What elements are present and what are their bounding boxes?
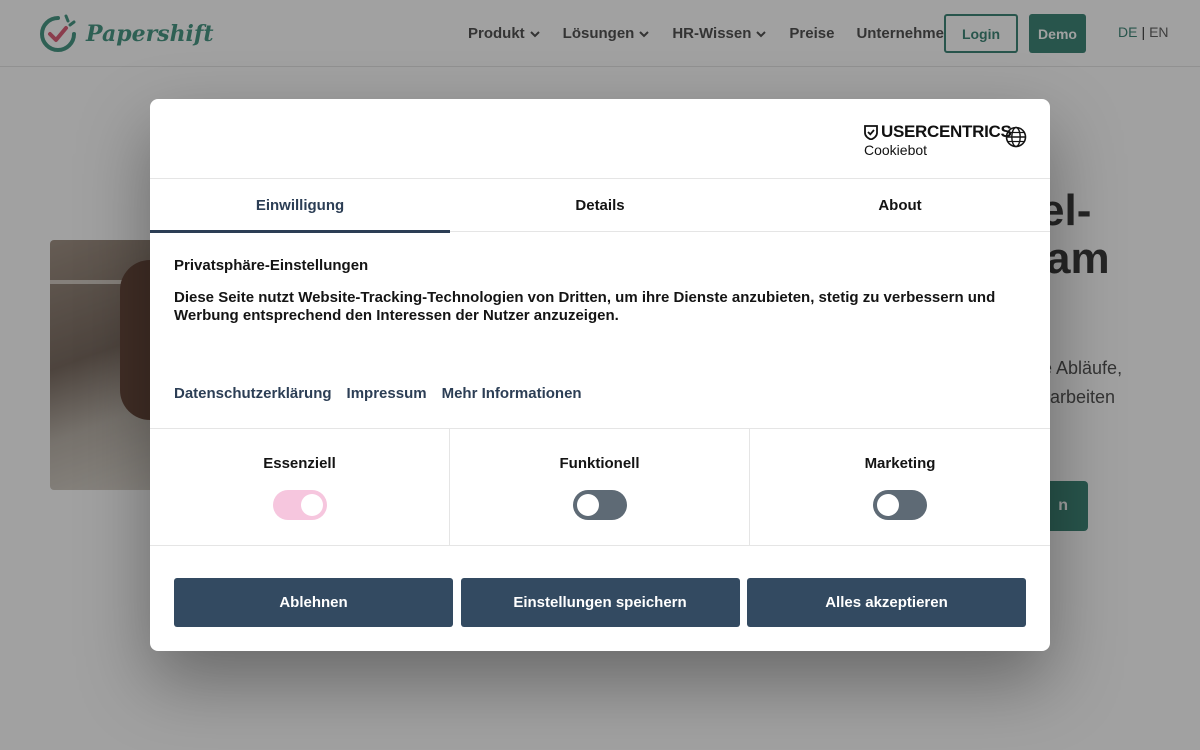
category-essenziell: Essenziell <box>150 429 450 545</box>
funktionell-toggle[interactable] <box>572 490 627 520</box>
dialog-header: USERCENTRICS Cookiebot <box>150 99 1050 179</box>
consent-links: Datenschutzerklärung Impressum Mehr Info… <box>174 385 597 402</box>
more-info-link[interactable]: Mehr Informationen <box>442 385 582 402</box>
accept-all-button[interactable]: Alles akzeptieren <box>747 578 1026 627</box>
globe-icon[interactable] <box>1005 126 1027 148</box>
provider-brand: USERCENTRICS <box>881 122 1012 141</box>
category-funktionell: Funktionell <box>450 429 750 545</box>
consent-actions: Ablehnen Einstellungen speichern Alles a… <box>174 578 1026 627</box>
provider-sub: Cookiebot <box>864 142 928 158</box>
reject-button[interactable]: Ablehnen <box>174 578 453 627</box>
tab-about[interactable]: About <box>750 179 1050 232</box>
consent-description: Diese Seite nutzt Website-Tracking-Techn… <box>174 289 996 324</box>
usercentrics-logo: USERCENTRICS Cookiebot <box>864 122 1012 158</box>
essenziell-toggle[interactable] <box>272 490 327 520</box>
category-marketing: Marketing <box>750 429 1050 545</box>
category-label: Essenziell <box>263 455 336 472</box>
save-settings-button[interactable]: Einstellungen speichern <box>460 578 740 627</box>
marketing-toggle[interactable] <box>873 490 927 520</box>
consent-categories: Essenziell Funktionell Marketing <box>150 428 1050 546</box>
imprint-link[interactable]: Impressum <box>347 385 427 402</box>
consent-tabs: Einwilligung Details About <box>150 179 1050 233</box>
consent-body: Privatsphäre-Einstellungen Diese Seite n… <box>174 257 1024 325</box>
privacy-policy-link[interactable]: Datenschutzerklärung <box>174 385 332 402</box>
cookie-consent-dialog: USERCENTRICS Cookiebot Einwilligung Deta… <box>150 99 1050 651</box>
shield-check-icon <box>864 124 878 140</box>
category-label: Funktionell <box>559 455 640 472</box>
category-label: Marketing <box>864 455 936 472</box>
tab-details[interactable]: Details <box>450 179 750 232</box>
consent-heading: Privatsphäre-Einstellungen <box>174 257 369 274</box>
tab-einwilligung[interactable]: Einwilligung <box>150 179 450 233</box>
